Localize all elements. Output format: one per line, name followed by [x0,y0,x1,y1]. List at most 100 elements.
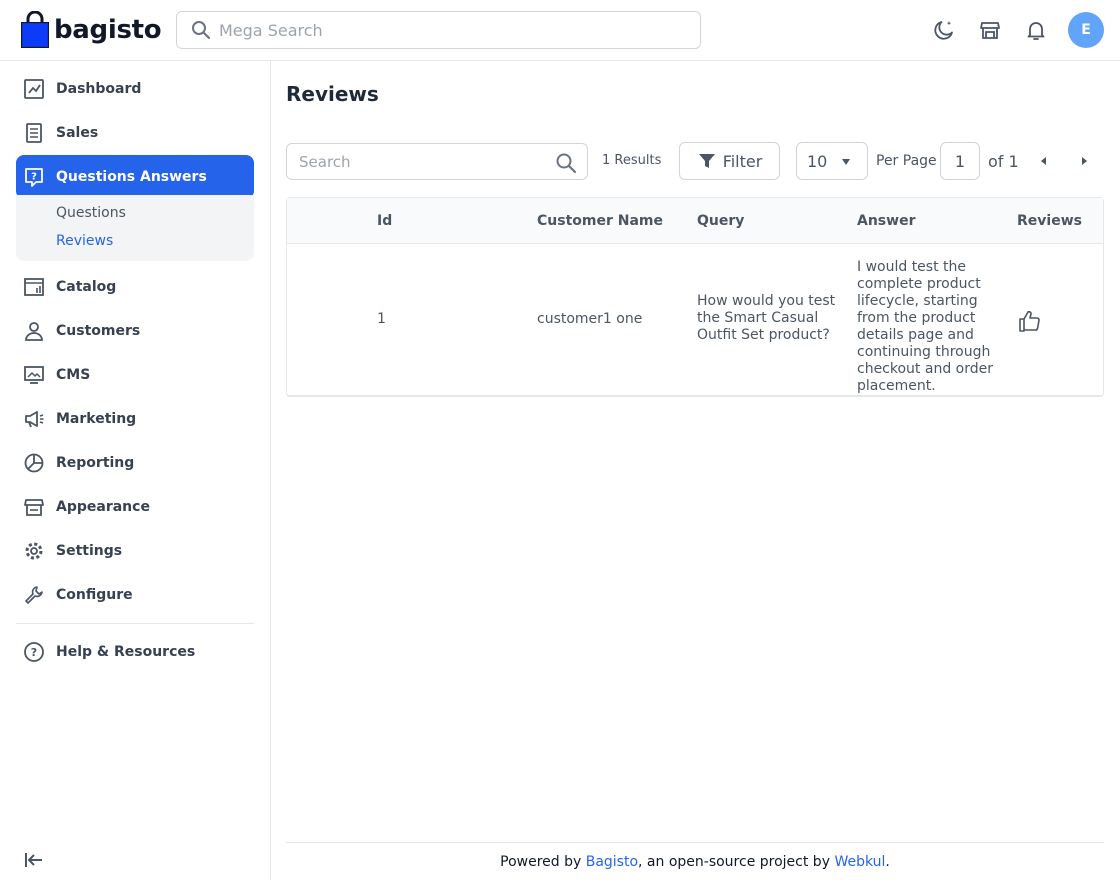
sidebar-item-appearance[interactable]: Appearance [16,485,254,529]
collapse-arrow-icon [25,853,42,867]
dark-mode-moon-icon [934,21,953,40]
sidebar-item-settings[interactable]: Settings [16,529,254,573]
storefront-icon [980,22,1000,39]
collapse-sidebar-button[interactable] [22,848,46,872]
mega-search-box[interactable] [176,11,701,49]
datagrid-search-input[interactable] [299,152,549,171]
next-page-button[interactable] [1076,153,1092,169]
cell-answer: I would test the complete product lifecy… [857,259,993,394]
questions-answers-submenu: Questions Reviews [16,195,254,261]
help-circle-icon: ? [22,640,46,664]
sidebar-item-help-resources[interactable]: ? Help & Resources [16,630,254,674]
notification-bell-icon [1027,22,1045,40]
sidebar-item-sales[interactable]: Sales [16,111,254,155]
caret-right-icon [1082,157,1087,165]
sidebar-item-label: Help & Resources [56,644,196,660]
mega-search-input[interactable] [219,20,659,40]
sidebar-item-label: Marketing [56,411,137,427]
svg-text:?: ? [31,172,37,183]
per-page-select[interactable]: 10 [796,142,868,180]
column-header-query[interactable]: Query [697,213,853,229]
wrench-icon [22,583,46,607]
sidebar-item-label: Configure [56,587,133,603]
table-row: 1 customer1 one How would you test the S… [287,244,1103,396]
search-icon[interactable] [555,152,577,178]
sidebar-item-label: Customers [56,323,141,339]
sidebar-item-label: Reporting [56,455,135,471]
per-page-value: 10 [807,151,828,171]
sidebar-item-label: Settings [56,543,123,559]
webkul-link[interactable]: Webkul [834,854,885,870]
sidebar: Dashboard Sales ? Questions Answers Ques… [0,61,271,880]
caret-down-icon [842,159,850,165]
dashboard-chart-icon [22,77,46,101]
question-bubble-icon: ? [22,165,46,189]
datagrid-search-box[interactable] [286,143,588,180]
submenu-item-questions[interactable]: Questions [56,199,254,227]
datagrid-toolbar: 1 Results Filter 10 Per Page of 1 [286,142,1104,180]
sidebar-nav: Dashboard Sales ? Questions Answers Ques… [16,67,254,674]
bagisto-logo[interactable]: bagisto [20,11,162,49]
submenu-item-reviews[interactable]: Reviews [56,227,254,255]
notifications-button[interactable] [1018,12,1054,48]
search-icon [192,21,211,40]
sidebar-item-label: Appearance [56,499,150,515]
pie-chart-icon [22,451,46,475]
footer-middle: , an open-source project by [638,853,835,870]
review-action-button[interactable] [1017,308,1043,339]
megaphone-icon [22,407,46,431]
column-header-answer[interactable]: Answer [857,213,1007,229]
table-header: Id Customer Name Query Answer Reviews [287,198,1103,244]
sidebar-item-questions-answers[interactable]: ? Questions Answers [16,155,254,199]
sidebar-item-catalog[interactable]: Catalog [16,265,254,309]
sidebar-item-label: Questions Answers [56,169,207,185]
sales-receipt-icon [22,121,46,145]
sidebar-item-customers[interactable]: Customers [16,309,254,353]
top-bar: bagisto E [0,0,1120,61]
caret-left-icon [1041,157,1046,165]
cell-query: How would you test the Smart Casual Outf… [697,293,836,343]
sidebar-item-label: Dashboard [56,81,142,97]
filter-label: Filter [722,151,763,171]
filter-button[interactable]: Filter [679,142,780,180]
results-count: 1 Results [602,153,662,168]
cell-customer-name: customer1 one [537,311,643,327]
sidebar-item-marketing[interactable]: Marketing [16,397,254,441]
sidebar-divider [16,623,254,624]
previous-page-button[interactable] [1036,153,1052,169]
store-front-icon [22,495,46,519]
reviews-table: Id Customer Name Query Answer Reviews 1 … [286,197,1104,397]
footer-suffix: . [885,853,890,870]
main-content: Reviews 1 Results Filter 10 Per Page of … [286,61,1104,880]
sidebar-item-reporting[interactable]: Reporting [16,441,254,485]
sidebar-item-label: Catalog [56,279,117,295]
column-header-reviews[interactable]: Reviews [1017,213,1082,229]
sidebar-item-cms[interactable]: CMS [16,353,254,397]
catalog-icon [22,275,46,299]
customer-person-icon [22,319,46,343]
column-header-id[interactable]: Id [377,213,392,229]
cms-monitor-icon [22,363,46,387]
thumbs-up-icon [1019,310,1040,332]
current-page-input[interactable] [940,142,980,180]
cell-id: 1 [377,311,386,327]
visit-store-button[interactable] [972,12,1008,48]
per-page-label: Per Page [876,153,937,169]
shopping-bag-logo-icon [21,11,49,48]
total-pages-label: of 1 [988,152,1019,171]
top-actions: E [916,12,1104,48]
dark-mode-toggle[interactable] [926,12,962,48]
sidebar-item-configure[interactable]: Configure [16,573,254,617]
filter-funnel-icon [698,154,715,168]
footer-prefix: Powered by [500,853,586,870]
app-name: bagisto [54,15,162,45]
column-header-customer-name[interactable]: Customer Name [537,213,663,229]
footer: Powered by Bagisto , an open-source proj… [286,842,1104,880]
page-title: Reviews [286,82,379,106]
sidebar-item-dashboard[interactable]: Dashboard [16,67,254,111]
sidebar-item-label: CMS [56,367,91,383]
user-avatar[interactable]: E [1068,12,1104,48]
bagisto-link[interactable]: Bagisto [586,854,638,870]
gear-icon [22,539,46,563]
svg-text:?: ? [31,646,37,659]
